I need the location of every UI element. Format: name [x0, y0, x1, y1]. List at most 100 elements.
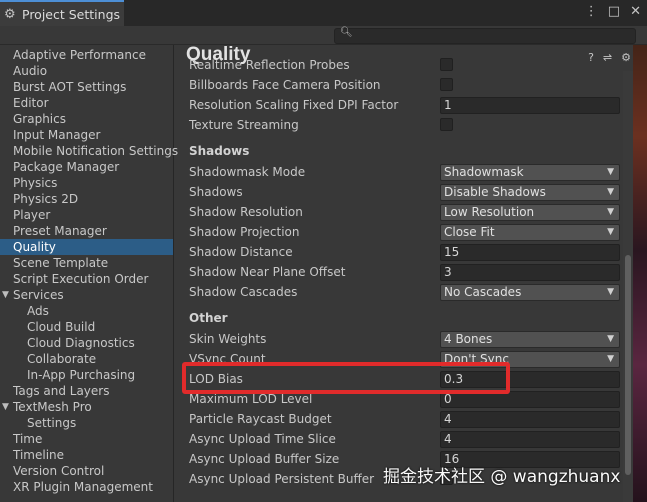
sidebar-item-package-manager[interactable]: Package Manager — [0, 159, 173, 175]
sidebar-item-label: Cloud Build — [27, 320, 96, 334]
sidebar-item-label: Services — [13, 288, 64, 302]
quality-panel: Quality ? ⇌ ⚙ Realtime Reflection Probes… — [175, 45, 647, 502]
sidebar-item-time[interactable]: Time — [0, 431, 173, 447]
more-options-icon[interactable]: ⋮ — [585, 4, 598, 19]
sidebar-item-physics[interactable]: Physics — [0, 175, 173, 191]
label-skin-weights: Skin Weights — [189, 332, 267, 346]
label-shadow-resolution: Shadow Resolution — [189, 205, 303, 219]
sidebar-item-mobile-notification-settings[interactable]: Mobile Notification Settings — [0, 143, 178, 159]
annotation-highlight-box — [182, 362, 510, 394]
texture-streaming-checkbox[interactable] — [440, 118, 453, 131]
sidebar-item-label: Time — [13, 432, 43, 446]
dropdown-value: Close Fit — [444, 225, 495, 239]
sidebar-item-label: XR Plugin Management — [13, 480, 153, 494]
search-bar: 🔍︎ — [0, 26, 647, 45]
sidebar-item-editor[interactable]: Editor — [0, 95, 173, 111]
presets-icon[interactable]: ⇌ — [603, 51, 612, 64]
sidebar-item-label: Collaborate — [27, 352, 97, 366]
close-icon[interactable]: ✕ — [630, 4, 641, 19]
sidebar-item-label: Burst AOT Settings — [13, 80, 127, 94]
sidebar-item-script-execution-order[interactable]: Script Execution Order — [0, 271, 173, 287]
sidebar-item-burst-aot-settings[interactable]: Burst AOT Settings — [0, 79, 173, 95]
dropdown-value: Shadowmask — [444, 165, 524, 179]
billboards-face-camera-position-checkbox[interactable] — [440, 78, 453, 91]
vertical-scrollbar[interactable] — [623, 71, 633, 502]
sidebar-item-collaborate[interactable]: Collaborate — [0, 351, 173, 367]
sidebar-item-label: Tags and Layers — [13, 384, 110, 398]
sidebar-item-label: Physics — [13, 176, 58, 190]
tab-project-settings[interactable]: ⚙ Project Settings — [0, 0, 124, 26]
sidebar-item-scene-template[interactable]: Scene Template — [0, 255, 173, 271]
section-header-other: Other — [189, 311, 228, 325]
label-shadows: Shadows — [189, 185, 243, 199]
sidebar-item-in-app-purchasing[interactable]: In-App Purchasing — [0, 367, 173, 383]
chevron-down-icon: ▼ — [607, 167, 614, 177]
sidebar-item-tags-and-layers[interactable]: Tags and Layers — [0, 383, 173, 399]
background-scene-strip — [633, 45, 647, 502]
sidebar-item-audio[interactable]: Audio — [0, 63, 173, 79]
sidebar-item-label: TextMesh Pro — [13, 400, 92, 414]
label-shadow-distance: Shadow Distance — [189, 245, 293, 259]
sidebar-item-input-manager[interactable]: Input Manager — [0, 127, 173, 143]
gear-icon: ⚙ — [4, 6, 16, 22]
sidebar-item-label: Input Manager — [13, 128, 101, 142]
settings-sidebar: Adaptive Performance Audio Burst AOT Setti… — [0, 45, 178, 502]
chevron-down-icon: ▼ — [607, 207, 614, 217]
sidebar-item-physics-2d[interactable]: Physics 2D — [0, 191, 173, 207]
chevron-down-icon: ▼ — [607, 227, 614, 237]
sidebar-item-settings[interactable]: Settings — [0, 415, 173, 431]
shadow-distance-field[interactable]: 15 — [440, 244, 620, 261]
label-realtime-reflection-probes: Realtime Reflection Probes — [189, 58, 350, 72]
sidebar-item-xr-plugin-management[interactable]: XR Plugin Management — [0, 479, 173, 495]
sidebar-item-quality[interactable]: Quality — [0, 239, 173, 255]
maximize-icon[interactable]: □ — [608, 4, 620, 19]
chevron-down-icon: ▼ — [607, 287, 614, 297]
label-async-upload-persistent-buffer: Async Upload Persistent Buffer — [189, 472, 375, 486]
sidebar-item-textmesh-pro[interactable]: ▼ TextMesh Pro — [0, 399, 173, 415]
sidebar-item-label: Ads — [27, 304, 49, 318]
sidebar-item-ads[interactable]: Ads — [0, 303, 173, 319]
resolution-scaling-fixed-dpi-factor-field[interactable]: 1 — [440, 97, 620, 114]
sidebar-item-adaptive-performance[interactable]: Adaptive Performance — [0, 47, 173, 63]
async-upload-time-slice-field[interactable]: 4 — [440, 431, 620, 448]
sidebar-item-label: Adaptive Performance — [13, 48, 146, 62]
sidebar-item-label: Physics 2D — [13, 192, 79, 206]
sidebar-item-preset-manager[interactable]: Preset Manager — [0, 223, 173, 239]
sidebar-item-label: Mobile Notification Settings — [13, 144, 179, 158]
shadow-near-plane-offset-field[interactable]: 3 — [440, 264, 620, 281]
sidebar-item-player[interactable]: Player — [0, 207, 173, 223]
particle-raycast-budget-field[interactable]: 4 — [440, 411, 620, 428]
sidebar-item-timeline[interactable]: Timeline — [0, 447, 173, 463]
help-icon[interactable]: ? — [588, 51, 594, 64]
sidebar-item-label: In-App Purchasing — [27, 368, 136, 382]
sidebar-item-version-control[interactable]: Version Control — [0, 463, 173, 479]
search-input[interactable]: 🔍︎ — [334, 27, 636, 44]
label-shadow-near-plane-offset: Shadow Near Plane Offset — [189, 265, 346, 279]
sidebar-item-label: Cloud Diagnostics — [27, 336, 135, 350]
search-icon: 🔍︎ — [340, 27, 353, 38]
dropdown-value: No Cascades — [444, 285, 522, 299]
settings-icon[interactable]: ⚙ — [621, 51, 631, 64]
expand-arrow-icon[interactable]: ▼ — [2, 287, 9, 303]
sidebar-item-label: Scene Template — [13, 256, 109, 270]
section-header-shadows: Shadows — [189, 144, 250, 158]
label-shadow-cascades: Shadow Cascades — [189, 285, 298, 299]
sidebar-item-label: Settings — [27, 416, 77, 430]
expand-arrow-icon[interactable]: ▼ — [2, 399, 9, 415]
shadow-cascades-dropdown[interactable]: No Cascades ▼ — [440, 284, 620, 301]
sidebar-item-cloud-build[interactable]: Cloud Build — [0, 319, 173, 335]
tab-title: Project Settings — [22, 6, 121, 22]
shadows-dropdown[interactable]: Disable Shadows ▼ — [440, 184, 620, 201]
dropdown-value: Disable Shadows — [444, 185, 546, 199]
chevron-down-icon: ▼ — [607, 354, 614, 364]
sidebar-item-services[interactable]: ▼ Services — [0, 287, 173, 303]
scrollbar-thumb[interactable] — [625, 255, 631, 475]
shadow-resolution-dropdown[interactable]: Low Resolution ▼ — [440, 204, 620, 221]
label-billboards-face-camera-position: Billboards Face Camera Position — [189, 78, 381, 92]
realtime-reflection-probes-checkbox[interactable] — [440, 58, 453, 71]
shadow-projection-dropdown[interactable]: Close Fit ▼ — [440, 224, 620, 241]
shadowmask-mode-dropdown[interactable]: Shadowmask ▼ — [440, 164, 620, 181]
sidebar-item-graphics[interactable]: Graphics — [0, 111, 173, 127]
sidebar-item-cloud-diagnostics[interactable]: Cloud Diagnostics — [0, 335, 173, 351]
skin-weights-dropdown[interactable]: 4 Bones ▼ — [440, 331, 620, 348]
